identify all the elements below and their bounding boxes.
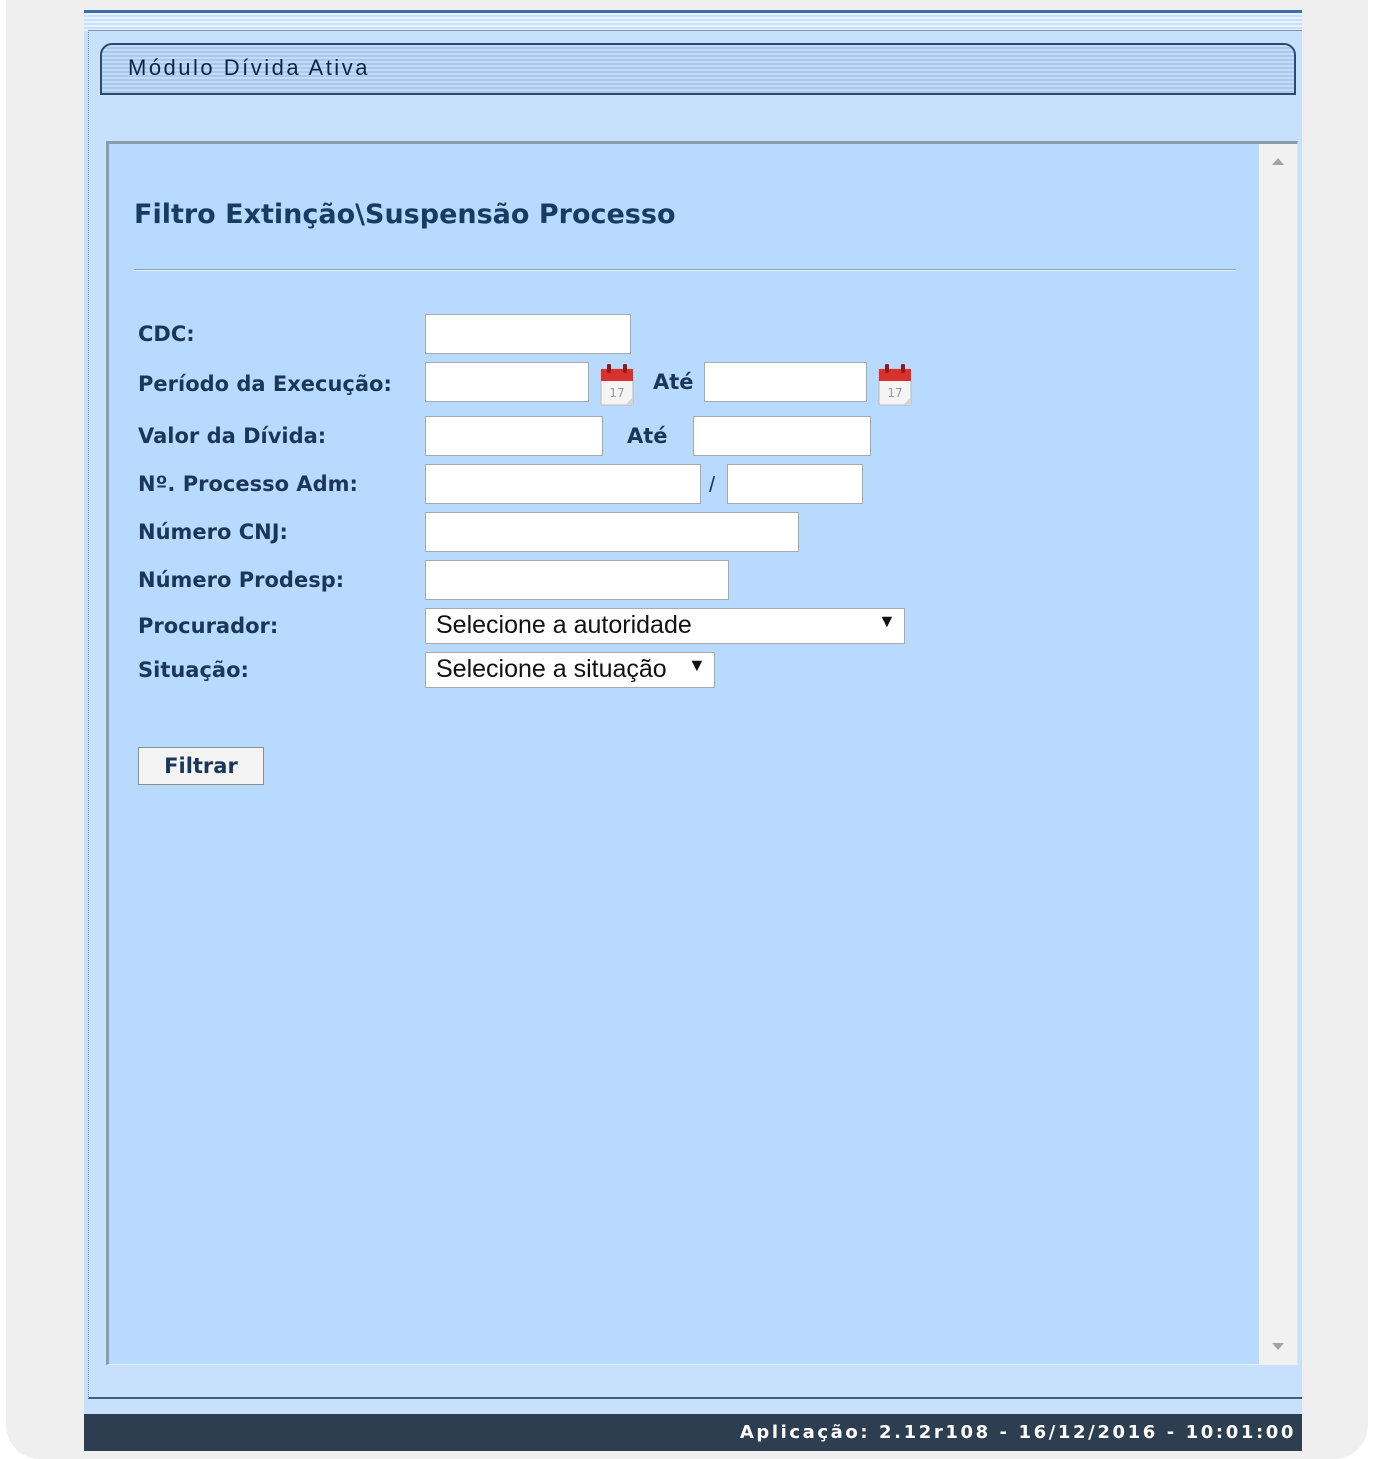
app-frame: Módulo Dívida Ativa Filtro Extinção\Susp… xyxy=(84,10,1302,1451)
numero-cnj-input[interactable] xyxy=(425,512,799,552)
caret-down-icon: ▼ xyxy=(688,655,706,675)
valor-divida-label: Valor da Dívida: xyxy=(138,424,327,448)
title-divider xyxy=(134,269,1236,271)
numero-prodesp-label: Número Prodesp: xyxy=(138,568,345,592)
window-background: Módulo Dívida Ativa Filtro Extinção\Susp… xyxy=(6,0,1368,1459)
situacao-label: Situação: xyxy=(138,658,249,682)
caret-down-icon: ▼ xyxy=(878,611,896,631)
calendar-icon[interactable]: 17 xyxy=(599,363,635,407)
numero-prodesp-input[interactable] xyxy=(425,560,729,600)
calendar-icon[interactable]: 17 xyxy=(877,363,913,407)
situacao-select[interactable]: Selecione a situação ▼ xyxy=(425,652,715,688)
procurador-select[interactable]: Selecione a autoridade ▼ xyxy=(425,608,905,644)
valor-divida-end-input[interactable] xyxy=(693,416,871,456)
content-panel: Filtro Extinção\Suspensão Processo CDC: … xyxy=(106,141,1298,1365)
page-title: Filtro Extinção\Suspensão Processo xyxy=(134,199,676,230)
app-version-text: Aplicação: 2.12r108 - 16/12/2016 - 10:01… xyxy=(739,1422,1296,1443)
footer-bar: Aplicação: 2.12r108 - 16/12/2016 - 10:01… xyxy=(84,1414,1302,1451)
cdc-input[interactable] xyxy=(425,314,631,354)
filter-button[interactable]: Filtrar xyxy=(138,747,264,785)
periodo-execucao-label: Período da Execução: xyxy=(138,372,392,396)
svg-text:17: 17 xyxy=(609,386,624,400)
scroll-down-arrow-icon[interactable] xyxy=(1272,1343,1284,1350)
cdc-label: CDC: xyxy=(138,322,195,346)
numero-cnj-label: Número CNJ: xyxy=(138,520,288,544)
procurador-selected-value: Selecione a autoridade xyxy=(436,611,692,639)
processo-adm-number-input[interactable] xyxy=(425,464,701,504)
processo-adm-label: Nº. Processo Adm: xyxy=(138,472,358,496)
valor-divida-start-input[interactable] xyxy=(425,416,603,456)
situacao-selected-value: Selecione a situação xyxy=(436,655,667,683)
periodo-execucao-end-input[interactable] xyxy=(704,362,867,402)
vertical-scrollbar[interactable] xyxy=(1259,144,1297,1364)
module-header-tab: Módulo Dívida Ativa xyxy=(100,43,1296,95)
valor-divida-ate-label: Até xyxy=(627,424,668,448)
svg-text:17: 17 xyxy=(887,386,902,400)
processo-adm-separator: / xyxy=(709,472,716,497)
scroll-up-arrow-icon[interactable] xyxy=(1272,158,1284,165)
periodo-execucao-start-input[interactable] xyxy=(425,362,589,402)
procurador-label: Procurador: xyxy=(138,614,279,638)
periodo-execucao-ate-label: Até xyxy=(653,370,694,394)
module-title: Módulo Dívida Ativa xyxy=(128,55,370,80)
processo-adm-year-input[interactable] xyxy=(727,464,863,504)
